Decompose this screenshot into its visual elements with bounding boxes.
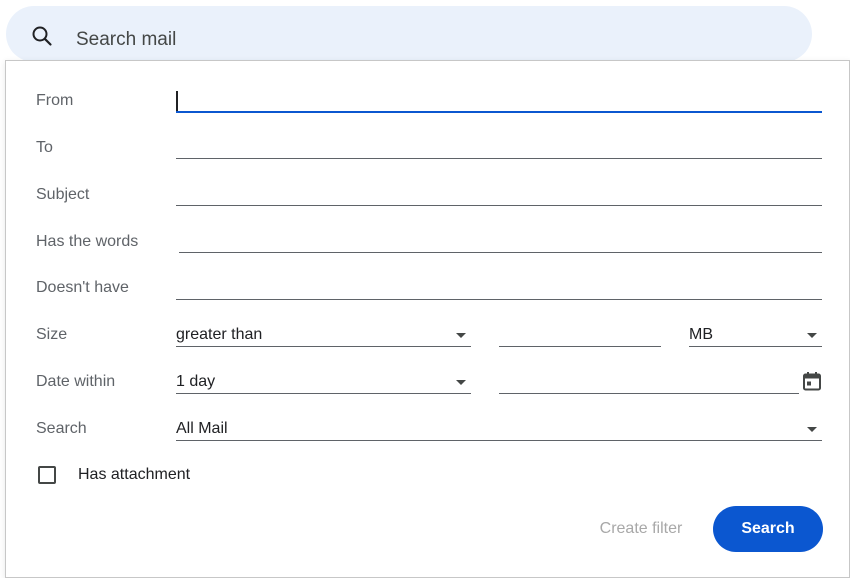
chevron-down-icon [456,333,466,338]
size-label: Size [36,326,68,343]
create-filter-button[interactable]: Create filter [591,517,691,541]
to-label: To [36,139,53,156]
from-input[interactable] [176,111,822,113]
size-value-input[interactable] [499,346,661,347]
chevron-down-icon [807,333,817,338]
has-attachment-checkbox[interactable] [38,466,56,484]
from-label: From [36,92,74,109]
to-input[interactable] [176,158,822,159]
date-within-underline [176,393,471,394]
size-operator-value: greater than [176,326,263,343]
has-words-input[interactable] [179,252,822,253]
doesnt-have-input[interactable] [176,299,822,300]
search-input[interactable]: Search mail [76,28,176,52]
size-unit-underline [689,346,822,347]
search-scope-value: All Mail [176,420,228,437]
search-bar[interactable]: Search mail [6,6,812,62]
calendar-icon[interactable] [802,371,822,391]
search-icon[interactable] [30,24,54,48]
subject-label: Subject [36,186,90,203]
doesnt-have-label: Doesn't have [36,279,129,296]
date-within-label: Date within [36,373,116,390]
date-within-value: 1 day [176,373,216,390]
advanced-search-panel: From To Subject Has the words Doesn't ha… [5,60,850,578]
chevron-down-icon [807,427,817,432]
has-words-label: Has the words [36,233,139,250]
search-scope-label: Search [36,420,87,437]
search-scope-underline [176,440,822,441]
search-button[interactable]: Search [713,506,823,552]
size-operator-underline [176,346,471,347]
has-attachment-label[interactable]: Has attachment [78,465,190,485]
text-cursor [176,91,178,111]
chevron-down-icon [456,380,466,385]
size-unit-value: MB [689,326,713,343]
date-input[interactable] [499,393,799,394]
subject-input[interactable] [176,205,822,206]
